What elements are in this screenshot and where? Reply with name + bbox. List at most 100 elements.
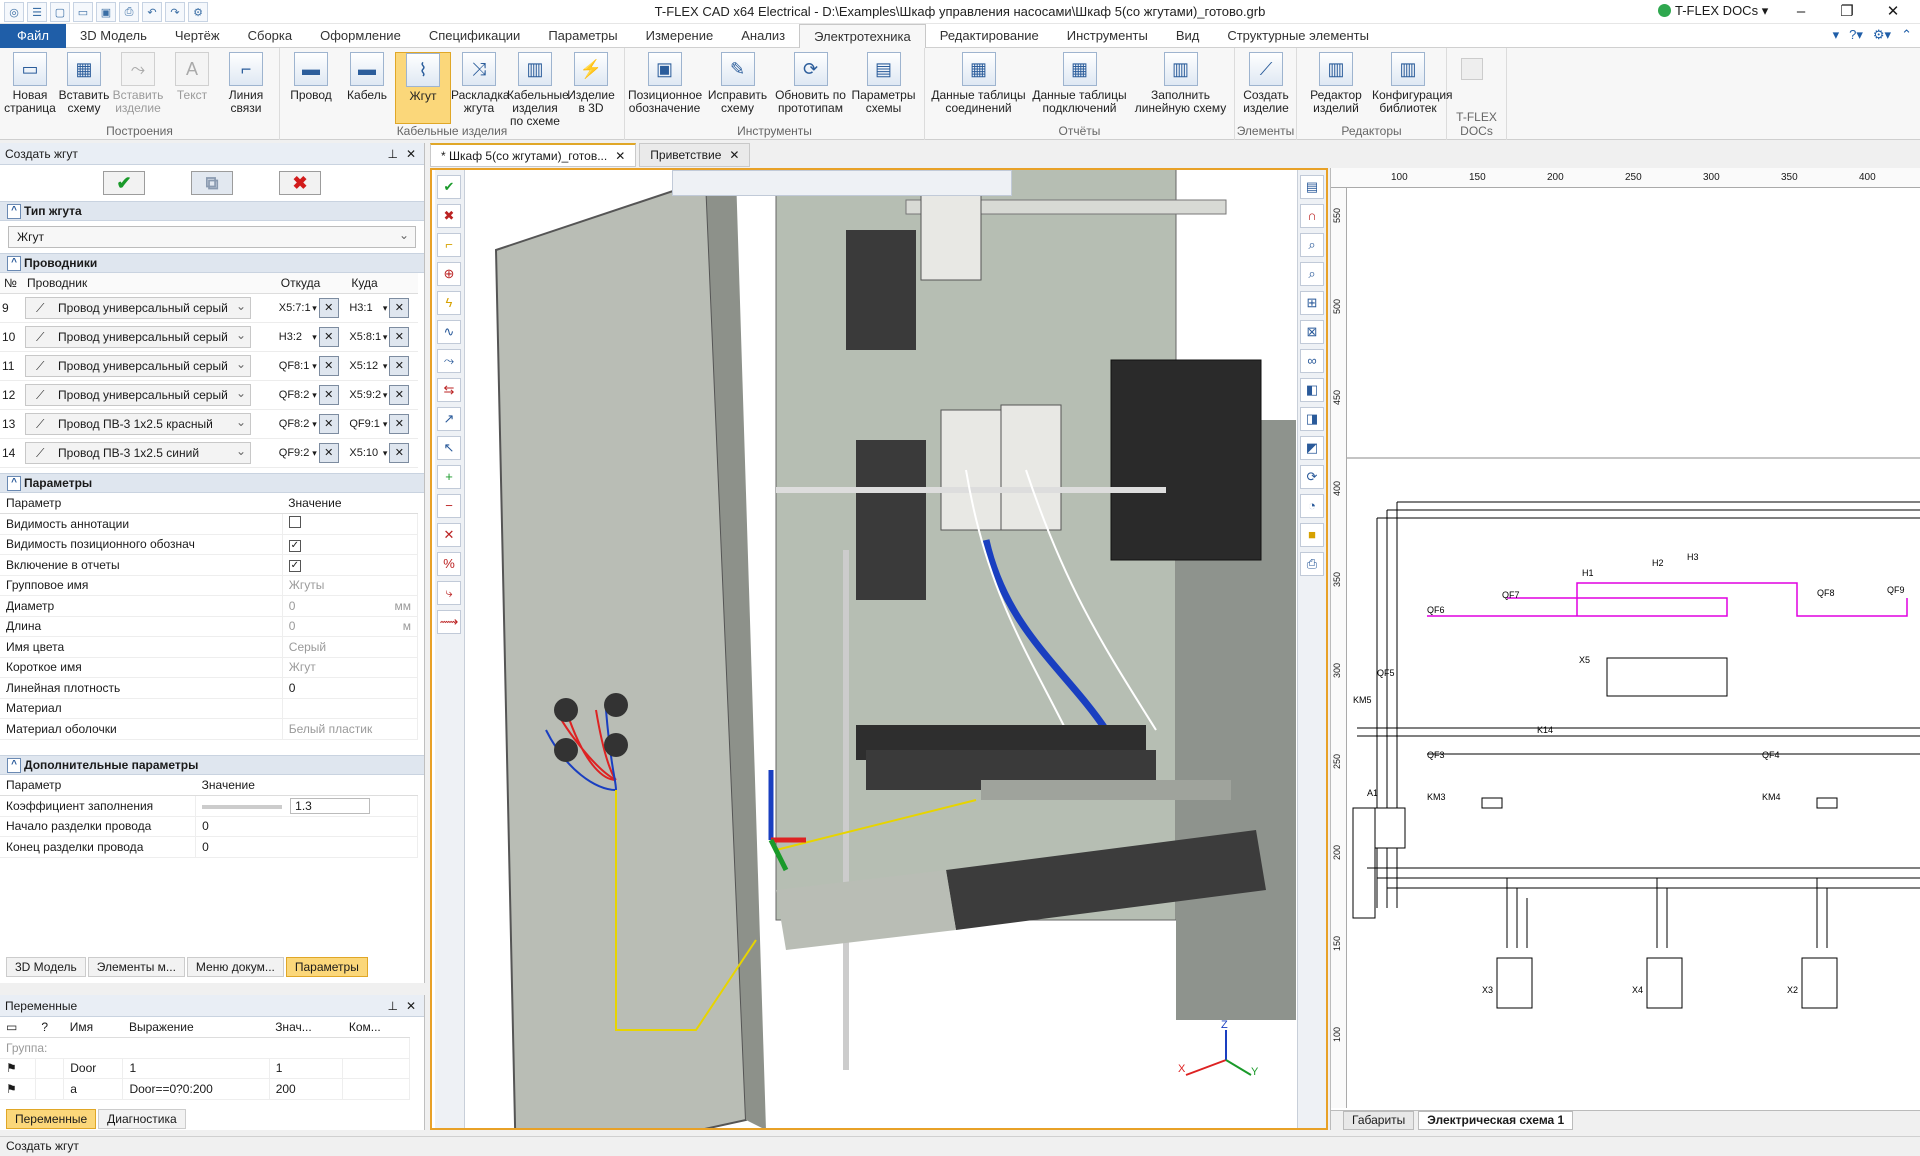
rotate-icon[interactable]: ⟳ [1300,465,1324,489]
doc-tab-1[interactable]: Приветствие ✕ [639,143,751,167]
table-row[interactable]: Линейная плотность 0 [0,677,419,699]
ribbon-button-2-2[interactable]: ⟳ Обновить по прототипам [774,52,847,115]
connect-icon[interactable]: ⇆ [437,378,461,402]
param-value-cell[interactable]: Серый [282,636,419,658]
to-value[interactable]: QF9:1 [349,413,389,435]
ribbon-button-0-2[interactable]: ⤳ Вставить изделие [111,52,165,115]
checkbox[interactable]: ✓ [288,539,301,552]
cancel-button[interactable]: ✖ [279,171,321,195]
remove-icon[interactable]: − [437,494,461,518]
sheet-tab-1[interactable]: Электрическая схема 1 [1418,1111,1574,1130]
pick-point-icon[interactable]: ✕ [318,326,339,347]
zoom-all-icon[interactable]: ⊞ [1300,291,1324,315]
table-row[interactable]: Начало разделки провода 0 [0,816,418,837]
table-row[interactable]: Видимость позиционного обознач ✓ [0,534,419,555]
table-row[interactable]: 12Провод универсальный серыйQF8:2✕X5:9:2… [0,380,418,410]
pin-icon[interactable]: ⊥ [388,143,398,165]
wire-select[interactable]: Провод ПВ-3 1х2.5 красный [25,412,252,435]
cabinet-door[interactable] [494,178,748,1130]
relay-2[interactable] [940,409,1002,531]
table-row[interactable]: Имя цвета Серый [0,636,419,658]
tab-12[interactable]: Вид [1162,24,1214,48]
table-row[interactable]: 13Провод ПВ-3 1х2.5 красныйQF8:2✕QF9:1✕ [0,409,418,439]
table-row[interactable]: ⚑ a Door==0?0:200 200 [0,1078,410,1100]
tab-0[interactable]: Файл [0,24,66,48]
fold-icon[interactable]: ⟿ [437,610,461,634]
view-icon[interactable]: ▤ [1300,175,1324,199]
shaded-icon[interactable]: ◩ [1300,436,1324,460]
docs-brand[interactable]: T-FLEX DOCs ▾ [1658,3,1768,19]
delete-icon[interactable]: ✕ [437,523,461,547]
from-value[interactable]: QF8:2 [279,413,319,435]
param-value-cell[interactable]: 1.3 [195,795,418,817]
wire-select[interactable]: Провод универсальный серый [25,383,252,406]
from-value[interactable]: X5:7:1 [279,297,319,319]
chevron-down-icon[interactable]: ▾ [1833,27,1840,43]
table-row[interactable]: Включение в отчеты ✓ [0,554,419,576]
param-value-cell[interactable] [282,513,419,535]
gland-1[interactable] [554,698,578,722]
ribbon-button-0-0[interactable]: ▭ Новая страница [3,52,57,115]
gland-3[interactable] [554,738,578,762]
from-value[interactable]: H3:2 [279,326,319,348]
lightning-icon[interactable]: ϟ [437,291,461,315]
section-wires[interactable]: Проводники [0,253,424,273]
section-parameters[interactable]: Параметры [0,473,424,493]
param-value-cell[interactable]: Жгут [282,657,419,678]
section-icon[interactable]: ◨ [1300,407,1324,431]
ribbon-button-1-3[interactable]: ⤨ Раскладка жгута [451,52,510,115]
to-value[interactable]: X5:9:2 [349,384,389,406]
to-value[interactable]: X5:8:1 [349,326,389,348]
tab-10[interactable]: Редактирование [926,24,1053,48]
terminal-x4[interactable] [1646,957,1683,1009]
device-a1[interactable] [1352,807,1376,919]
help-icon[interactable]: ?▾ [1849,27,1863,43]
ribbon-button-4-0[interactable]: ⟋ Создать изделие [1238,52,1294,115]
printer-icon[interactable]: ⎙ [1300,552,1324,576]
ribbon-button-1-2[interactable]: ⌇ Жгут [395,52,451,124]
tab-1[interactable]: 3D Модель [66,24,161,48]
section-harness-type[interactable]: Тип жгута [0,201,424,221]
viewport-3d[interactable]: ✔ ✖ ⌐ ⊕ ϟ ∿ ⤳ ⇆ ↗ ↖ + − ✕ % ⤷ ⟿ X Z Y ▤ … [430,168,1328,1130]
tab-11[interactable]: Инструменты [1053,24,1162,48]
tab-6[interactable]: Параметры [534,24,631,48]
contactor-1[interactable] [846,230,916,350]
pick-point-icon[interactable]: ✕ [389,442,410,463]
wire-select[interactable]: Провод универсальный серый [25,354,252,377]
ribbon-button-0-3[interactable]: A Текст [165,52,219,102]
minimize-button[interactable]: – [1778,0,1824,24]
param-value-cell[interactable]: 0 мм [282,595,419,617]
color-icon[interactable]: ■ [1300,523,1324,547]
zoom-fit-icon[interactable]: ⊠ [1300,320,1324,344]
maximize-button[interactable]: ❐ [1824,0,1870,24]
coil-km3[interactable] [1481,797,1503,809]
close-button[interactable]: ✕ [1870,0,1916,24]
doc-tab-0[interactable]: * Шкаф 5(со жгутами)_готов... ✕ [430,143,637,167]
pick-point-icon[interactable]: ✕ [389,355,410,376]
checkbox[interactable]: ✓ [288,560,301,573]
to-value[interactable]: H3:1 [349,297,389,319]
ribbon-button-0-4[interactable]: ⌐ Линия связи [219,52,273,115]
table-row[interactable]: Коэффициент заполнения 1.3 [0,795,418,817]
table-row[interactable]: Длина 0 м [0,616,419,637]
gear-icon[interactable]: ⚙▾ [1873,27,1891,43]
tab-9[interactable]: Электротехника [799,24,926,48]
cube-icon[interactable]: ◧ [1300,378,1324,402]
table-row[interactable]: Групповое имя Жгуты [0,575,419,596]
tab-7[interactable]: Измерение [632,24,728,48]
ribbon-button-1-1[interactable]: ▬ Кабель [339,52,395,102]
table-row[interactable]: Диаметр 0 мм [0,595,419,617]
device-a1-block[interactable] [1374,807,1406,849]
table-row[interactable]: 14Провод ПВ-3 1х2.5 синийQF9:2✕X5:10✕ [0,438,418,468]
pick-point-icon[interactable]: ✕ [318,297,339,318]
to-value[interactable]: X5:10 [349,442,389,464]
ribbon-button-3-0[interactable]: ▦ Данные таблицы соединений [928,52,1029,115]
ribbon-button-2-1[interactable]: ✎ Исправить схему [701,52,774,115]
ribbon-button-2-0[interactable]: ▣ Позиционное обозначение [628,52,702,115]
var-expr[interactable]: Door==0?0:200 [122,1078,270,1100]
vars-tab-0[interactable]: Переменные [6,1109,97,1129]
close-icon[interactable]: ✕ [406,995,416,1017]
gland-4[interactable] [604,733,628,757]
param-value-cell[interactable]: ✓ [282,534,419,555]
ribbon-button-1-4[interactable]: ▥ Кабельные изделия по схеме [507,52,569,128]
